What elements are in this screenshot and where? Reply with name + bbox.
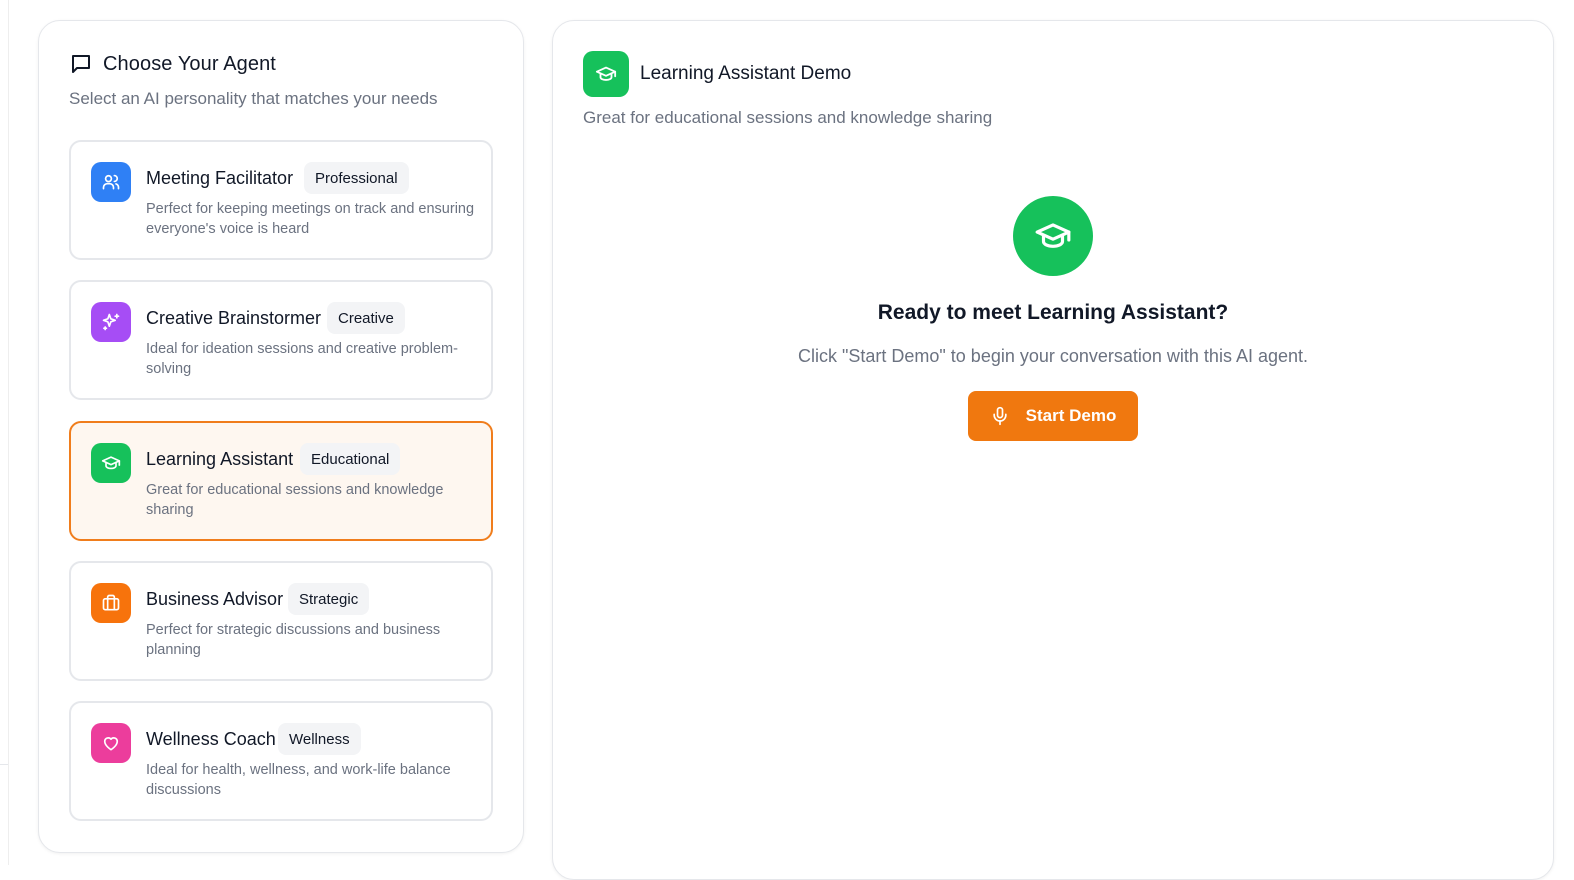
ready-instructions: Click "Start Demo" to begin your convers… bbox=[797, 346, 1309, 366]
briefcase-icon bbox=[91, 583, 131, 623]
start-demo-label: Start Demo bbox=[1025, 406, 1117, 425]
page-edge-tick bbox=[0, 764, 8, 765]
agent-description: Great for educational sessions and knowl… bbox=[146, 482, 444, 518]
ready-heading: Ready to meet Learning Assistant? bbox=[877, 301, 1229, 324]
agent-name: Wellness Coach bbox=[146, 729, 276, 749]
graduation-cap-icon bbox=[583, 51, 629, 97]
agent-name: Business Advisor bbox=[146, 589, 284, 609]
agent-description: Perfect for keeping meetings on track an… bbox=[146, 201, 475, 237]
message-square-icon bbox=[69, 52, 93, 76]
agent-chooser-panel: Choose Your Agent Select an AI personali… bbox=[38, 20, 524, 853]
agent-badge: Professional bbox=[304, 162, 409, 194]
demo-subtitle: Great for educational sessions and knowl… bbox=[583, 108, 993, 127]
agent-card-business-advisor[interactable]: Business Advisor Strategic Perfect for s… bbox=[69, 561, 493, 681]
agent-description: Ideal for ideation sessions and creative… bbox=[146, 341, 458, 377]
agent-badge: Creative bbox=[327, 302, 405, 334]
demo-title: Learning Assistant Demo bbox=[640, 63, 852, 84]
agent-chooser-title: Choose Your Agent bbox=[103, 52, 276, 75]
graduation-cap-icon bbox=[91, 443, 131, 483]
agent-card-creative-brainstormer[interactable]: Creative Brainstormer Creative Ideal for… bbox=[69, 280, 493, 400]
agent-description: Perfect for strategic discussions and bu… bbox=[146, 622, 441, 658]
agent-card-meeting-facilitator[interactable]: Meeting Facilitator Professional Perfect… bbox=[69, 140, 493, 260]
agent-card-learning-assistant[interactable]: Learning Assistant Educational Great for… bbox=[69, 421, 493, 541]
agent-badge: Educational bbox=[300, 443, 401, 475]
sparkles-icon bbox=[91, 302, 131, 342]
agent-badge: Wellness bbox=[278, 723, 361, 755]
agent-chooser-subtitle: Select an AI personality that matches yo… bbox=[69, 89, 438, 108]
agent-chooser-header: Choose Your Agent bbox=[69, 52, 276, 76]
graduation-cap-icon bbox=[1013, 196, 1093, 276]
agent-description: Ideal for health, wellness, and work-lif… bbox=[146, 762, 451, 798]
agent-name: Creative Brainstormer bbox=[146, 308, 322, 328]
agent-demo-panel: Learning Assistant Demo Great for educat… bbox=[552, 20, 1554, 880]
demo-header: Learning Assistant Demo bbox=[583, 51, 851, 97]
page-edge-divider bbox=[8, 0, 9, 865]
agent-name: Learning Assistant bbox=[146, 449, 294, 469]
heart-icon bbox=[91, 723, 131, 763]
microphone-icon bbox=[990, 406, 1010, 426]
agent-card-wellness-coach[interactable]: Wellness Coach Wellness Ideal for health… bbox=[69, 701, 493, 821]
agent-badge: Strategic bbox=[288, 583, 370, 615]
start-demo-button[interactable]: Start Demo bbox=[968, 391, 1138, 441]
users-icon bbox=[91, 162, 131, 202]
agent-name: Meeting Facilitator bbox=[146, 168, 294, 188]
